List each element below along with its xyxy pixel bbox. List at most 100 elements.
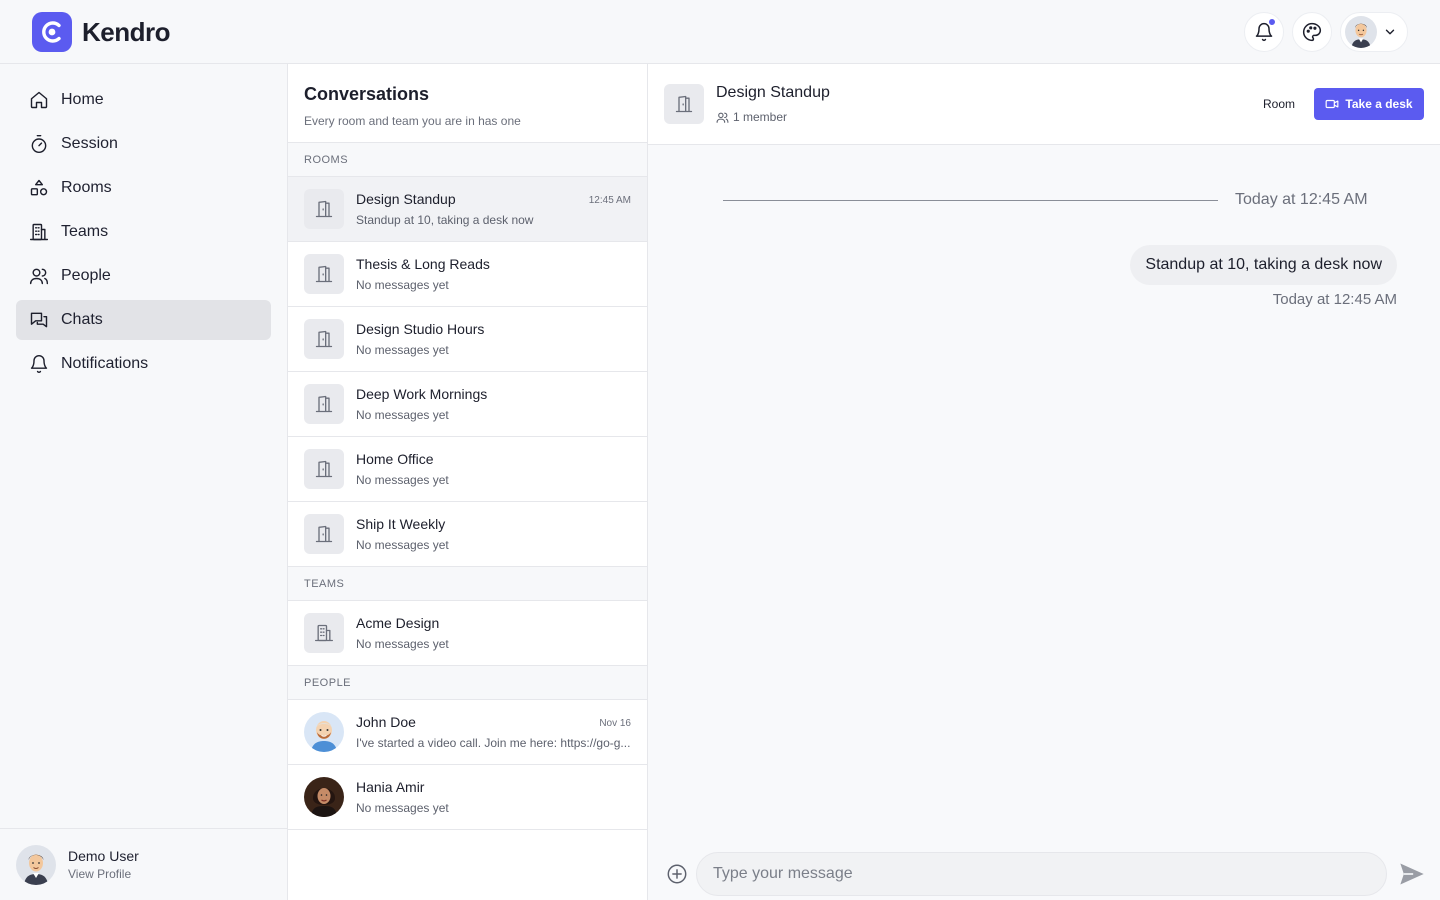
conversation-row[interactable]: Deep Work Mornings No messages yet: [288, 372, 647, 437]
conversation-time: 12:45 AM: [588, 195, 631, 206]
plus-circle-icon: [667, 864, 687, 884]
conversation-time: Nov 16: [599, 718, 631, 729]
conversation-row[interactable]: John Doe I've started a video call. Join…: [288, 700, 647, 765]
sidebar-item-label: Session: [61, 135, 118, 152]
chevron-down-icon: [1385, 29, 1395, 35]
room-door-icon: [304, 384, 344, 424]
conversation-name: Ship It Weekly: [356, 516, 446, 532]
sidebar-item-label: Home: [61, 91, 104, 108]
take-a-desk-button[interactable]: Take a desk: [1314, 88, 1424, 120]
conversation-preview: No messages yet: [356, 408, 449, 422]
room-door-icon: [304, 254, 344, 294]
people-icon: [28, 265, 50, 287]
sidebar-item-people[interactable]: People: [16, 256, 271, 296]
room-door-icon: [664, 84, 704, 124]
chat-header: Design Standup 1 member Room Take a desk: [648, 64, 1440, 145]
chat-pane: Design Standup 1 member Room Take a desk…: [648, 64, 1440, 900]
section-label-people: PEOPLE: [288, 666, 647, 700]
conversation-row[interactable]: Acme Design No messages yet: [288, 601, 647, 666]
avatar: [304, 712, 344, 752]
member-count[interactable]: 1 member: [716, 110, 787, 124]
sidebar-item-label: Teams: [61, 223, 109, 240]
divider-line: [723, 199, 1218, 201]
conversation-name: Hania Amir: [356, 779, 425, 795]
profile-card[interactable]: Demo User View Profile: [0, 828, 287, 900]
timer-icon: [28, 133, 50, 155]
add-attachment-button[interactable]: [663, 860, 691, 888]
conversation-row[interactable]: Design Studio Hours No messages yet: [288, 307, 647, 372]
sidebar-item-session[interactable]: Session: [16, 124, 271, 164]
conversations-subtitle: Every room and team you are in has one: [304, 114, 521, 128]
sidebar-item-rooms[interactable]: Rooms: [16, 168, 271, 208]
bell-icon: [28, 353, 50, 375]
sidebar-item-label: Notifications: [61, 355, 149, 372]
palette-icon: [1303, 22, 1322, 42]
message-composer: Type your message: [656, 852, 1432, 896]
sidebar: Home Session Rooms Teams People Chats No…: [0, 64, 288, 900]
day-divider: Today at 12:45 AM: [723, 191, 1368, 209]
conversations-title: Conversations: [304, 84, 430, 104]
view-profile-link[interactable]: View Profile: [68, 867, 139, 881]
conversation-row[interactable]: Home Office No messages yet: [288, 437, 647, 502]
day-divider-label: Today at 12:45 AM: [1235, 191, 1368, 208]
conversation-name: John Doe: [356, 714, 416, 730]
notifications-button[interactable]: [1244, 12, 1284, 52]
conversation-name: Deep Work Mornings: [356, 386, 488, 402]
avatar: [16, 844, 56, 885]
rooms-icon: [28, 177, 50, 199]
conversation-name: Acme Design: [356, 615, 440, 631]
sidebar-item-label: Rooms: [61, 179, 112, 196]
user-menu[interactable]: [1340, 12, 1408, 52]
room-button[interactable]: Room: [1263, 97, 1295, 111]
conversations-panel: Conversations Every room and team you ar…: [288, 64, 648, 900]
profile-name: Demo User: [68, 848, 139, 864]
member-count-label: 1 member: [733, 110, 788, 124]
sidebar-nav: Home Session Rooms Teams People Chats No…: [0, 64, 287, 404]
room-door-icon: [304, 514, 344, 554]
conversation-preview: No messages yet: [356, 473, 449, 487]
avatar: [304, 777, 344, 817]
conversation-name: Thesis & Long Reads: [356, 256, 490, 272]
conversation-row[interactable]: Ship It Weekly No messages yet: [288, 502, 647, 567]
sidebar-item-chats[interactable]: Chats: [16, 300, 271, 340]
logo-icon: [32, 12, 72, 52]
sidebar-item-notifications[interactable]: Notifications: [16, 344, 271, 384]
conversation-name: Design Studio Hours: [356, 321, 485, 337]
send-button[interactable]: [1397, 859, 1427, 889]
sidebar-item-label: People: [61, 267, 111, 284]
section-label-teams: TEAMS: [288, 567, 647, 601]
take-a-desk-label: Take a desk: [1345, 97, 1413, 111]
chats-icon: [28, 309, 50, 331]
message-bubble[interactable]: Standup at 10, taking a desk now: [1130, 245, 1397, 285]
message-input[interactable]: Type your message: [696, 852, 1387, 896]
top-bar: Kendro: [0, 0, 1440, 64]
app-name: Kendro: [82, 16, 171, 47]
conversation-row[interactable]: Hania Amir No messages yet: [288, 765, 647, 830]
conversation-preview: No messages yet: [356, 343, 449, 357]
conversation-preview: No messages yet: [356, 278, 449, 292]
conversation-preview: I've started a video call. Join me here:…: [356, 736, 631, 750]
conversation-preview: Standup at 10, taking a desk now: [356, 213, 534, 227]
room-door-icon: [304, 189, 344, 229]
app-logo[interactable]: Kendro: [32, 12, 171, 52]
user-avatar: [1345, 16, 1377, 48]
people-icon: [716, 112, 729, 123]
chat-title: Design Standup: [716, 84, 830, 101]
conversation-preview: No messages yet: [356, 637, 449, 651]
notification-badge: [1268, 18, 1276, 26]
home-icon: [28, 89, 50, 111]
conversation-row[interactable]: Design Standup Standup at 10, taking a d…: [288, 177, 647, 242]
sidebar-item-label: Chats: [61, 311, 103, 328]
send-icon: [1400, 863, 1424, 885]
conversation-preview: No messages yet: [356, 538, 449, 552]
sidebar-item-home[interactable]: Home: [16, 80, 271, 120]
section-label-rooms: ROOMS: [288, 143, 647, 177]
room-door-icon: [304, 319, 344, 359]
video-camera-icon: [1326, 99, 1339, 109]
theme-button[interactable]: [1292, 12, 1332, 52]
conversation-preview: No messages yet: [356, 801, 449, 815]
message-timestamp: Today at 12:45 AM: [1272, 291, 1397, 308]
conversation-row[interactable]: Thesis & Long Reads No messages yet: [288, 242, 647, 307]
sidebar-item-teams[interactable]: Teams: [16, 212, 271, 252]
conversation-name: Home Office: [356, 451, 434, 467]
